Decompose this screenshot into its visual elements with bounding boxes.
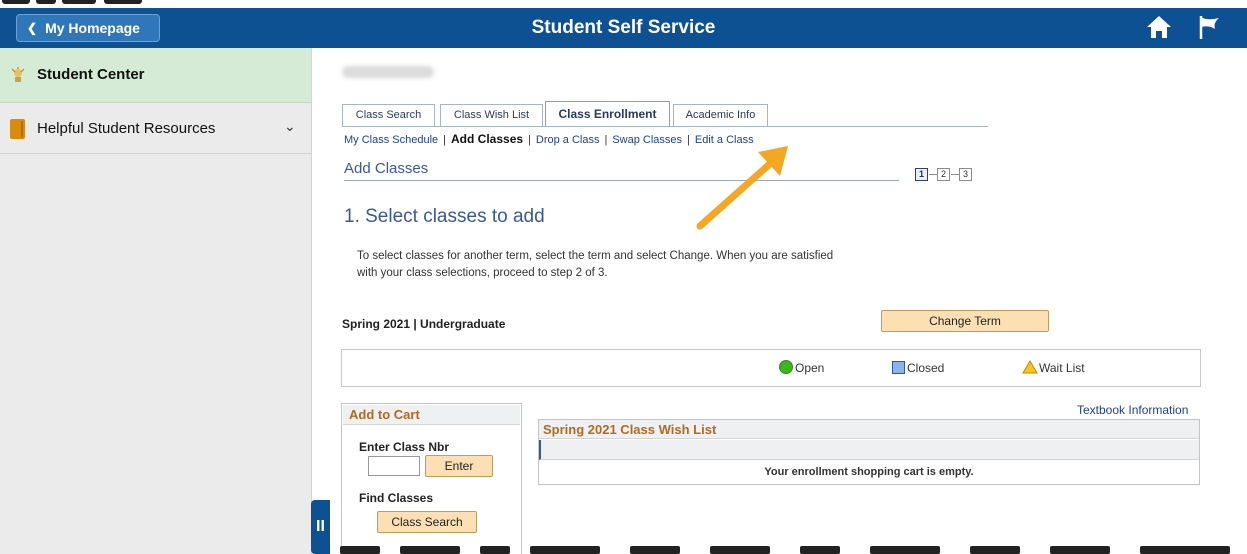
instructions-text: To select classes for another term, sele… (357, 250, 834, 279)
textbook-information-link[interactable]: Textbook Information (1077, 403, 1188, 417)
class-nbr-input[interactable] (368, 456, 420, 476)
step-indicator-3: 3 (959, 168, 972, 181)
wait-list-icon (1022, 360, 1038, 374)
legend-closed-label: Closed (907, 361, 945, 375)
enter-class-nbr-label: Enter Class Nbr (359, 440, 450, 454)
home-icon[interactable] (1145, 13, 1173, 41)
tab-divider (342, 126, 988, 127)
student-name-redacted (342, 66, 434, 78)
wish-list-title: Spring 2021 Class Wish List (543, 422, 717, 437)
add-to-cart-title: Add to Cart (349, 407, 420, 422)
open-status-icon (779, 360, 793, 374)
class-search-button[interactable]: Class Search (377, 511, 477, 533)
flag-icon[interactable] (1195, 13, 1223, 41)
my-class-schedule-link[interactable]: My Class Schedule (344, 134, 438, 146)
annotation-arrow-icon (696, 146, 788, 230)
enter-button[interactable]: Enter (425, 455, 493, 477)
find-classes-label: Find Classes (359, 491, 434, 505)
collapse-sidebar-handle[interactable]: II (311, 500, 330, 554)
cropped-top-strip (0, 0, 1247, 8)
tab-class-search[interactable]: Class Search (342, 104, 435, 126)
enrollment-sublinks: My Class Schedule | Add Classes | Drop a Cla… (344, 132, 754, 146)
add-classes-link[interactable]: Add Classes (451, 132, 523, 146)
term-label: Spring 2021 | Undergraduate (342, 317, 506, 331)
swap-classes-link[interactable]: Swap Classes (612, 134, 682, 146)
sidebar: Student Center Helpful Student Resources… (0, 48, 312, 554)
app-title: Student Self Service (531, 17, 716, 38)
chevron-down-icon[interactable]: ⌄ (284, 118, 296, 135)
cropped-bottom-strip (330, 544, 1247, 554)
step-title: 1. Select classes to add (344, 206, 545, 227)
student-center-icon (11, 67, 25, 82)
closed-status-icon (892, 361, 905, 374)
step-indicator-1: 1 (915, 168, 928, 181)
tab-class-enrollment[interactable]: Class Enrollment (545, 101, 670, 126)
change-term-button[interactable]: Change Term (881, 310, 1049, 332)
sidebar-item-student-center[interactable]: Student Center (0, 48, 311, 103)
edit-a-class-link[interactable]: Edit a Class (695, 134, 754, 146)
legend-wait-label: Wait List (1039, 361, 1085, 375)
sidebar-item-label: Helpful Student Resources (37, 120, 216, 137)
book-icon (10, 119, 25, 139)
drop-a-class-link[interactable]: Drop a Class (536, 134, 600, 146)
legend-open-label: Open (795, 361, 825, 375)
tab-class-wish-list[interactable]: Class Wish List (440, 104, 543, 126)
page-title: Add Classes (344, 160, 429, 177)
step-indicator-2: 2 (937, 168, 950, 181)
sidebar-item-label: Student Center (37, 66, 145, 83)
wish-list-column-bar (539, 440, 1199, 460)
heading-divider (344, 180, 899, 181)
tab-academic-info[interactable]: Academic Info (673, 104, 768, 126)
empty-cart-message: Your enrollment shopping cart is empty. (764, 466, 974, 478)
sidebar-item-helpful-resources[interactable]: Helpful Student Resources ⌄ (0, 104, 311, 154)
